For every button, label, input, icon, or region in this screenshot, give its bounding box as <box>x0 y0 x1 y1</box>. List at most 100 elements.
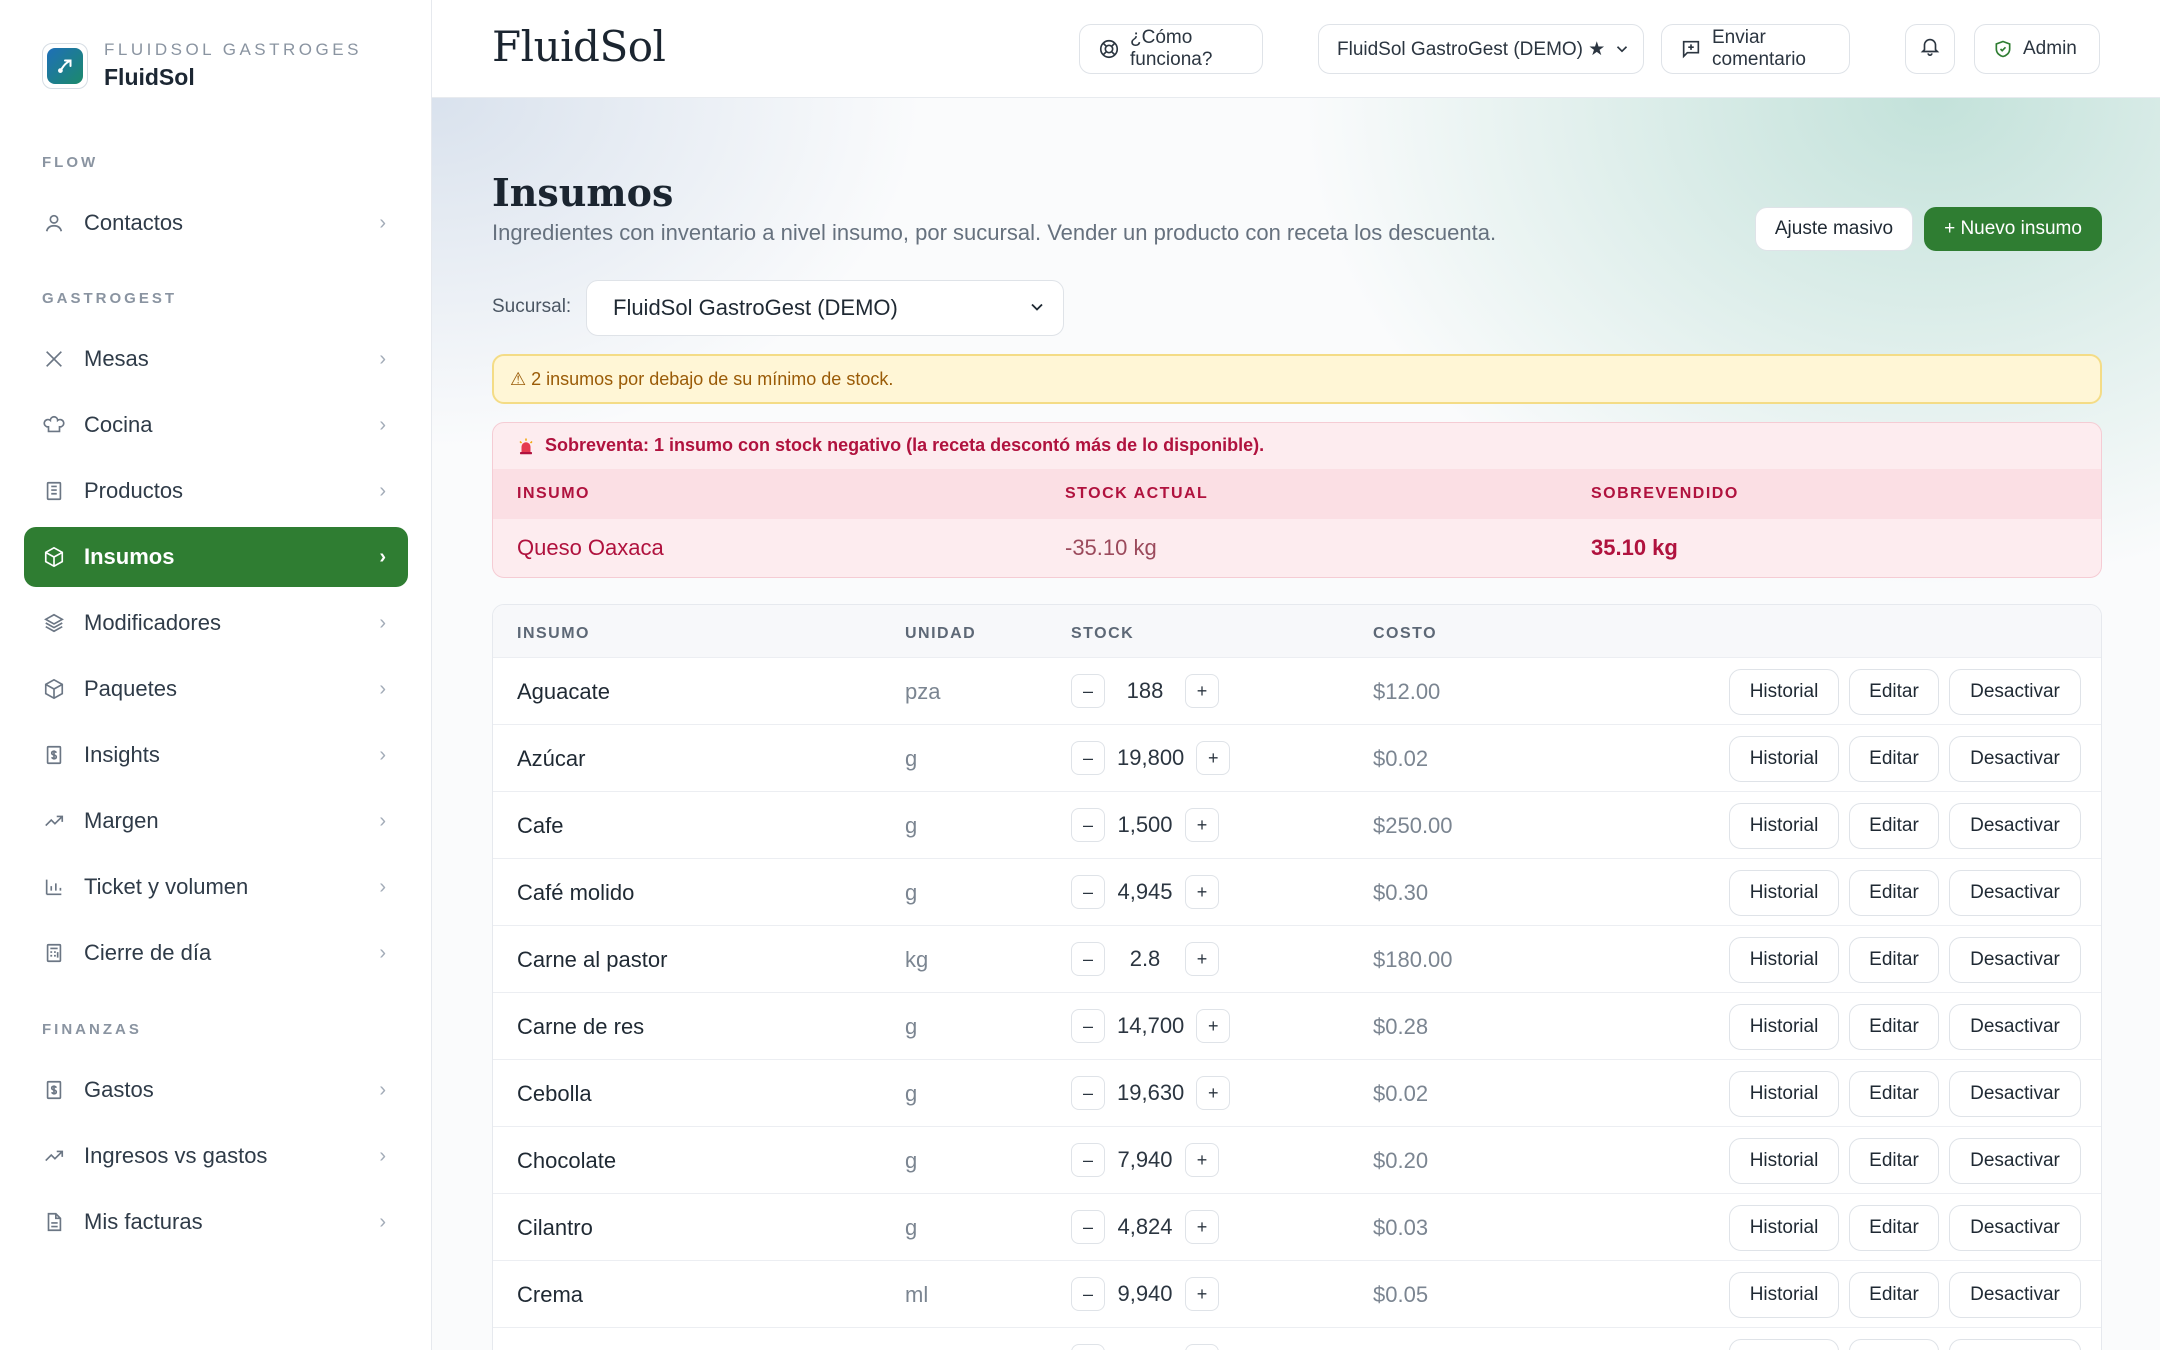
sidebar-item-modificadores[interactable]: Modificadores › <box>24 593 408 653</box>
oversold-panel: Sobreventa: 1 insumo con stock negativo … <box>492 422 2102 578</box>
increment-button[interactable]: + <box>1185 808 1219 842</box>
decrement-button[interactable]: – <box>1071 1344 1105 1350</box>
increment-button[interactable]: + <box>1196 1009 1231 1043</box>
table-row: Cilantro g –4,824 + $0.03 Historial Editar Desa… <box>493 1193 2101 1260</box>
oversold-item-amount: 35.10 kg <box>1591 535 1678 560</box>
sidebar-item-mis-facturas[interactable]: Mis facturas › <box>24 1192 408 1252</box>
deactivate-button[interactable]: Desactivar <box>1949 1205 2081 1251</box>
edit-button[interactable]: Editar <box>1849 870 1939 916</box>
sidebar-item-cocina[interactable]: Cocina › <box>24 395 408 455</box>
decrement-button[interactable]: – <box>1071 808 1105 842</box>
increment-button[interactable]: + <box>1185 942 1219 976</box>
notifications-button[interactable] <box>1905 24 1955 74</box>
deactivate-button[interactable]: Desactivar <box>1949 870 2081 916</box>
history-button[interactable]: Historial <box>1729 937 1839 983</box>
edit-button[interactable]: Editar <box>1849 803 1939 849</box>
history-button[interactable]: Historial <box>1729 803 1839 849</box>
table-row: Crema ml –9,940 + $0.05 Historial Editar Desact… <box>493 1260 2101 1327</box>
edit-button[interactable]: Editar <box>1849 1205 1939 1251</box>
help-button[interactable]: ¿Cómo funciona? <box>1079 24 1263 74</box>
increment-button[interactable]: + <box>1185 1277 1219 1311</box>
branch-switcher[interactable]: FluidSol GastroGest (DEMO) ★ <box>1318 24 1644 74</box>
deactivate-button[interactable]: Desactivar <box>1949 1138 2081 1184</box>
sidebar-item-productos[interactable]: Productos › <box>24 461 408 521</box>
decrement-button[interactable]: – <box>1071 875 1105 909</box>
sidebar-item-label: Ingresos vs gastos <box>84 1143 268 1168</box>
sidebar-item-margen[interactable]: Margen › <box>24 791 408 851</box>
increment-button[interactable]: + <box>1196 1076 1231 1110</box>
sidebar-item-ticket-volumen[interactable]: Ticket y volumen › <box>24 857 408 917</box>
increment-button[interactable]: + <box>1185 1344 1219 1350</box>
siren-icon <box>517 437 535 455</box>
decrement-button[interactable]: – <box>1071 942 1105 976</box>
decrement-button[interactable]: – <box>1071 1210 1105 1244</box>
deactivate-button[interactable]: Desactivar <box>1949 669 2081 715</box>
table-row: Café molido g –4,945 + $0.30 Historial Editar D… <box>493 858 2101 925</box>
decrement-button[interactable]: – <box>1071 1143 1105 1177</box>
increment-button[interactable]: + <box>1185 1210 1219 1244</box>
help-label: ¿Cómo funciona? <box>1130 27 1213 70</box>
feedback-button[interactable]: Enviar comentario <box>1661 24 1850 74</box>
decrement-button[interactable]: – <box>1071 674 1105 708</box>
decrement-button[interactable]: – <box>1071 1009 1105 1043</box>
new-item-button[interactable]: + Nuevo insumo <box>1924 207 2102 251</box>
sidebar-item-ingresos-gastos[interactable]: Ingresos vs gastos › <box>24 1126 408 1186</box>
page-subtitle: Ingredientes con inventario a nivel insu… <box>492 220 1497 245</box>
edit-button[interactable]: Editar <box>1849 1071 1939 1117</box>
chevron-right-icon: › <box>379 1210 386 1233</box>
deactivate-button[interactable]: Desactivar <box>1949 1272 2081 1318</box>
increment-button[interactable]: + <box>1196 741 1231 775</box>
history-button[interactable]: Historial <box>1729 1272 1839 1318</box>
deactivate-button[interactable]: Desactivar <box>1949 1339 2081 1350</box>
edit-button[interactable]: Editar <box>1849 669 1939 715</box>
app-title: FluidSol <box>492 22 666 71</box>
history-button[interactable]: Historial <box>1729 736 1839 782</box>
item-cost: $0.03 <box>1373 1215 1429 1240</box>
message-icon <box>1680 38 1702 60</box>
sidebar-item-label: Cocina <box>84 412 153 437</box>
branch-select[interactable]: FluidSol GastroGest (DEMO) <box>586 280 1064 336</box>
history-button[interactable]: Historial <box>1729 1071 1839 1117</box>
edit-button[interactable]: Editar <box>1849 937 1939 983</box>
admin-button[interactable]: Admin <box>1974 24 2100 74</box>
edit-button[interactable]: Editar <box>1849 1272 1939 1318</box>
history-button[interactable]: Historial <box>1729 669 1839 715</box>
history-button[interactable]: Historial <box>1729 1004 1839 1050</box>
history-button[interactable]: Historial <box>1729 870 1839 916</box>
edit-button[interactable]: Editar <box>1849 1138 1939 1184</box>
sidebar-item-mesas[interactable]: Mesas › <box>24 329 408 389</box>
deactivate-button[interactable]: Desactivar <box>1949 736 2081 782</box>
brand[interactable]: FLUIDSOL GASTROGES FluidSol <box>42 40 362 91</box>
history-button[interactable]: Historial <box>1729 1138 1839 1184</box>
sidebar-item-insumos[interactable]: Insumos › <box>24 527 408 587</box>
sidebar-item-cierre-dia[interactable]: Cierre de día › <box>24 923 408 983</box>
history-button[interactable]: Historial <box>1729 1339 1839 1350</box>
edit-button[interactable]: Editar <box>1849 1004 1939 1050</box>
sidebar-item-contactos[interactable]: Contactos › <box>24 193 408 253</box>
sidebar-item-gastos[interactable]: Gastos › <box>24 1060 408 1120</box>
decrement-button[interactable]: – <box>1071 741 1105 775</box>
chevron-down-icon <box>1613 40 1631 64</box>
sidebar-item-paquetes[interactable]: Paquetes › <box>24 659 408 719</box>
history-button[interactable]: Historial <box>1729 1205 1839 1251</box>
branch-label: Sucursal: <box>492 296 572 317</box>
stock-value: 14,700 <box>1117 1013 1185 1038</box>
box-icon <box>42 677 66 701</box>
decrement-button[interactable]: – <box>1071 1277 1105 1311</box>
deactivate-button[interactable]: Desactivar <box>1949 803 2081 849</box>
item-cost: $0.05 <box>1373 1282 1429 1307</box>
sidebar-item-insights[interactable]: Insights › <box>24 725 408 785</box>
bulk-adjust-button[interactable]: Ajuste masivo <box>1755 207 1913 251</box>
deactivate-button[interactable]: Desactivar <box>1949 1071 2081 1117</box>
increment-button[interactable]: + <box>1185 674 1219 708</box>
feedback-label: Enviar comentario <box>1712 27 1806 70</box>
deactivate-button[interactable]: Desactivar <box>1949 1004 2081 1050</box>
edit-button[interactable]: Editar <box>1849 1339 1939 1350</box>
deactivate-button[interactable]: Desactivar <box>1949 937 2081 983</box>
edit-button[interactable]: Editar <box>1849 736 1939 782</box>
section-label-gastrogest: GASTROGEST <box>42 290 178 307</box>
chevron-right-icon: › <box>379 545 386 568</box>
increment-button[interactable]: + <box>1185 1143 1219 1177</box>
decrement-button[interactable]: – <box>1071 1076 1105 1110</box>
increment-button[interactable]: + <box>1185 875 1219 909</box>
